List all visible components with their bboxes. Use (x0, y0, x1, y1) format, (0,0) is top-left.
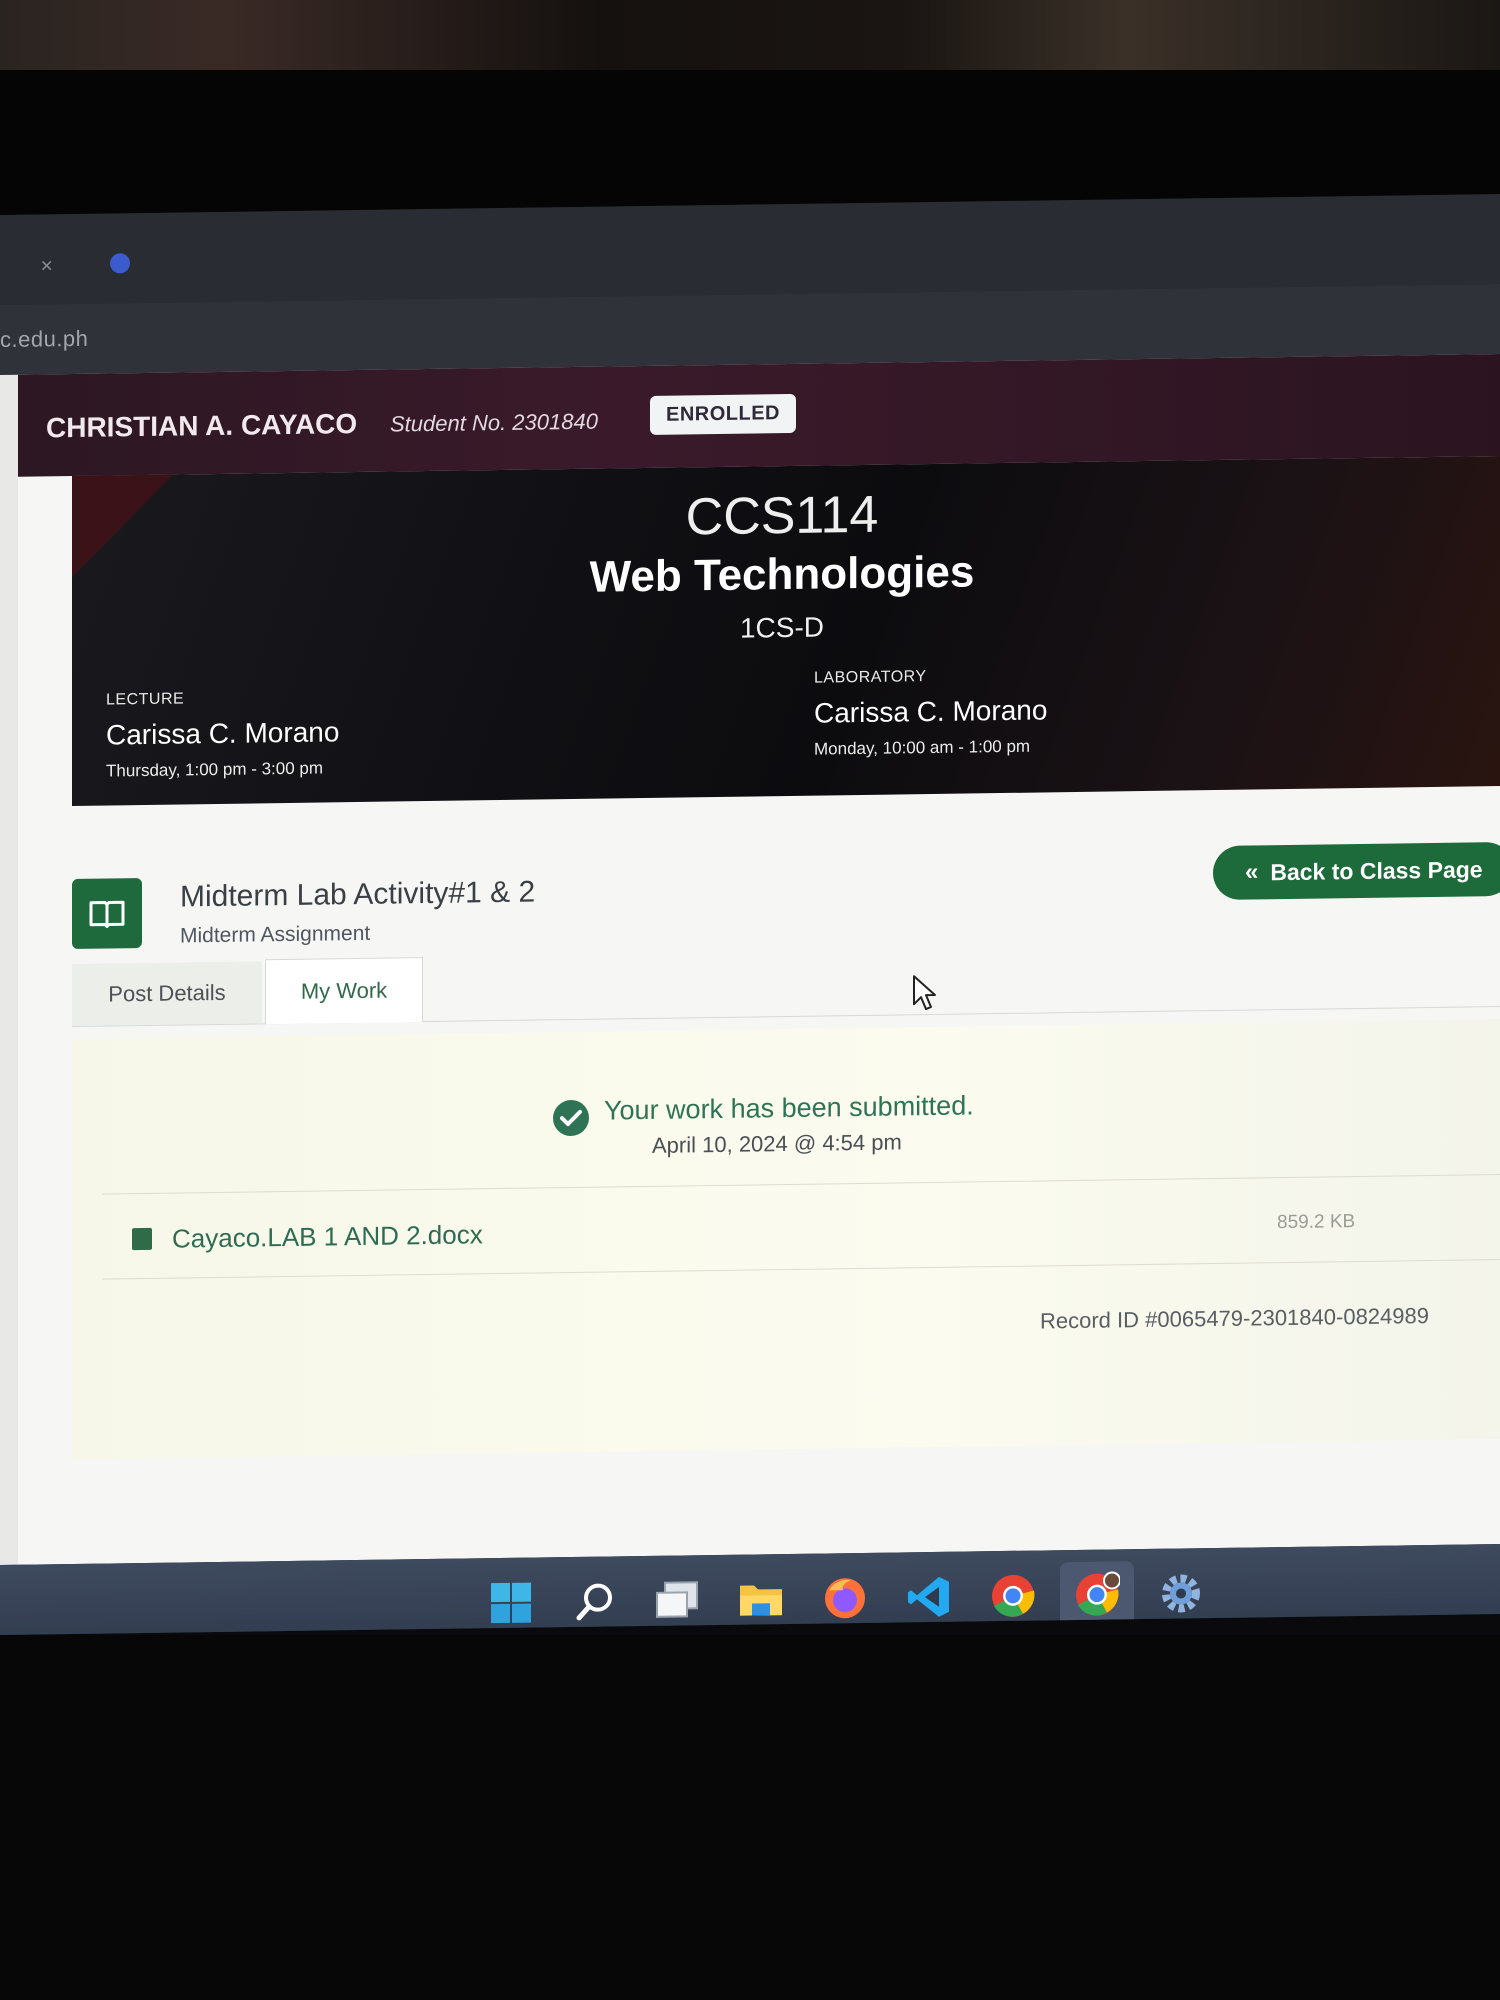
running-indicator (1176, 1624, 1186, 1629)
back-to-class-button[interactable]: « Back to Class Page (1213, 841, 1500, 901)
panel-divider (102, 1173, 1500, 1195)
laboratory-label: LABORATORY (814, 668, 927, 687)
submitted-file-link[interactable]: Cayaco.LAB 1 AND 2.docx (172, 1219, 483, 1254)
submission-status: Your work has been submitted. (604, 1090, 974, 1126)
vscode-icon[interactable] (904, 1572, 954, 1623)
chrome-profile-icon[interactable] (1072, 1569, 1122, 1620)
file-size: 859.2 KB (1277, 1211, 1356, 1234)
lecture-schedule: Thursday, 1:00 pm - 3:00 pm (106, 758, 324, 781)
student-name: CHRISTIAN A. CAYACO (46, 408, 358, 444)
laboratory-schedule: Monday, 10:00 am - 1:00 pm (814, 736, 1031, 759)
search-icon[interactable] (570, 1576, 620, 1627)
active-indicator (1088, 1625, 1116, 1630)
mouse-cursor-icon (913, 975, 936, 1011)
task-view-icon[interactable] (652, 1575, 702, 1626)
status-badge: ENROLLED (650, 393, 796, 435)
file-icon (132, 1227, 152, 1251)
windows-start-icon[interactable] (486, 1578, 536, 1629)
url-text[interactable]: c.edu.ph (0, 326, 88, 353)
check-circle-icon (553, 1100, 589, 1137)
record-id: Record ID #0065479-2301840-0824989 (1040, 1303, 1429, 1334)
tab-post-details[interactable]: Post Details (72, 961, 262, 1026)
assignment-title: Midterm Lab Activity#1 & 2 (180, 875, 536, 914)
double-chevron-left-icon: « (1245, 858, 1259, 886)
page-left-strip (0, 374, 18, 1565)
running-indicator (924, 1627, 934, 1633)
panel-divider (102, 1258, 1500, 1280)
submission-date: April 10, 2024 @ 4:54 pm (652, 1129, 902, 1158)
student-number: Student No. 2301840 (390, 408, 598, 437)
tab-favicon-icon (110, 253, 130, 274)
lecture-label: LECTURE (106, 690, 185, 709)
back-button-label: Back to Class Page (1270, 855, 1483, 885)
running-indicator (756, 1630, 766, 1635)
settings-icon[interactable] (1156, 1568, 1206, 1619)
lecture-instructor: Carissa C. Morano (106, 716, 340, 751)
file-explorer-icon[interactable] (736, 1574, 786, 1625)
chrome-icon[interactable] (988, 1571, 1038, 1622)
course-section: 1CS-D (739, 611, 824, 644)
monitor-screen: ✕ c.edu.ph CHRISTIAN A. CAYACO Student N… (0, 194, 1500, 1635)
laboratory-instructor: Carissa C. Morano (814, 694, 1048, 729)
firefox-icon[interactable] (820, 1573, 870, 1624)
assignment-subtitle: Midterm Assignment (180, 921, 371, 948)
course-banner: CCS114 Web Technologies 1CS-D LECTURE Ca… (72, 455, 1500, 806)
my-work-panel: Your work has been submitted. April 10, … (72, 1018, 1500, 1459)
monitor-bezel-bottom (0, 1635, 1500, 2000)
book-icon (72, 878, 142, 949)
photo-background-top (0, 0, 1500, 70)
tab-my-work[interactable]: My Work (265, 957, 423, 1025)
close-icon[interactable]: ✕ (40, 256, 53, 276)
